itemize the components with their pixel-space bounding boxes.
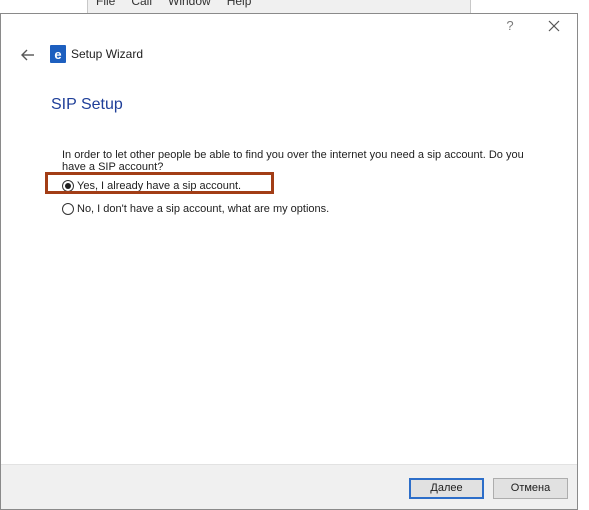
radio-unselected[interactable] (62, 203, 74, 215)
setup-wizard-dialog: ? e Setup Wizard SIP Setup In order to l… (0, 13, 578, 510)
app-icon: e (50, 45, 66, 63)
back-arrow-icon (21, 49, 34, 61)
page-heading: SIP Setup (51, 96, 123, 113)
cancel-button[interactable]: Отмена (493, 478, 568, 499)
dialog-title: Setup Wizard (71, 47, 144, 61)
question-text: In order to let other people be able to … (62, 149, 524, 171)
menu-call[interactable]: Call (123, 0, 160, 9)
option-label: No, I don't have a sip account, what are… (77, 203, 330, 215)
menu-file[interactable]: File (88, 0, 123, 9)
background-menubar: File Call Window Help (88, 0, 259, 9)
highlight-annotation (45, 172, 274, 194)
next-button[interactable]: Далее (409, 478, 484, 499)
menu-window[interactable]: Window (160, 0, 219, 9)
title-bar: ? (1, 14, 577, 40)
close-button[interactable] (545, 17, 563, 35)
svg-text:e: e (54, 47, 61, 62)
help-button[interactable]: ? (502, 18, 518, 34)
wizard-header: e Setup Wizard (1, 42, 577, 68)
option-no-sip-account[interactable]: No, I don't have a sip account, what are… (62, 200, 329, 218)
dialog-footer: Далее Отмена (1, 464, 577, 509)
close-icon (548, 20, 560, 32)
menu-help[interactable]: Help (219, 0, 260, 9)
back-button[interactable] (20, 47, 36, 63)
